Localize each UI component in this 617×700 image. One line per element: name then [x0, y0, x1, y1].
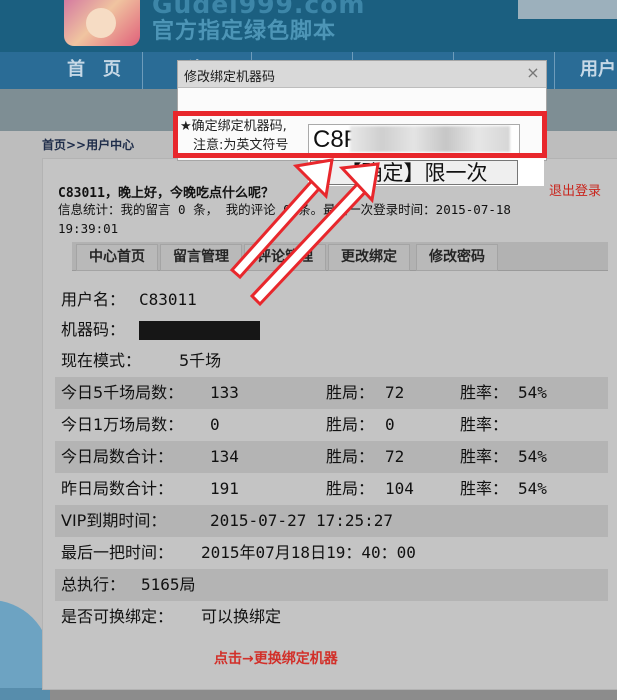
- total-row: 总执行： 5165局: [55, 569, 608, 601]
- dialog-title: 修改绑定机器码: [184, 70, 276, 85]
- rate-value: 54%: [518, 447, 547, 466]
- last-game-row: 最后一把时间： 2015年07月18日19：40：00: [55, 537, 608, 569]
- rebind-label: 是否可换绑定：: [61, 607, 174, 626]
- page: Gudel999.com 官方指定绿色脚本 首 页 资 用户 首页>>用户中心 …: [0, 0, 617, 700]
- search-input[interactable]: [518, 0, 617, 19]
- mode-row: 现在模式： 5千场: [55, 345, 608, 377]
- dialog-titlebar: 修改绑定机器码 ×: [178, 61, 546, 88]
- machine-code-redacted: [139, 321, 260, 340]
- wins-label: 胜局：: [326, 447, 375, 466]
- stats-row: 昨日局数合计： 191 胜局： 104 胜率： 54%: [55, 473, 608, 505]
- breadcrumb: 首页>>用户中心: [42, 138, 135, 152]
- wins-label: 胜局：: [326, 383, 375, 402]
- wins-value: 72: [385, 383, 405, 402]
- nav-home[interactable]: 首 页: [46, 52, 143, 89]
- rate-label: 胜率：: [460, 415, 509, 434]
- wins-label: 胜局：: [326, 415, 375, 434]
- machine-code-label: 机器码：: [61, 320, 126, 339]
- confirm-button[interactable]: 【确定】限一次: [310, 160, 518, 185]
- tab-change-password[interactable]: 修改密码: [416, 244, 498, 271]
- logo-image[interactable]: [64, 0, 140, 46]
- stats-row: 今日5千场局数： 133 胜局： 72 胜率： 54%: [55, 377, 608, 409]
- stats-count: 0: [210, 415, 220, 434]
- logout-link[interactable]: 退出登录: [549, 180, 601, 199]
- rebind-value: 可以换绑定: [201, 607, 282, 626]
- rate-label: 胜率：: [460, 447, 509, 466]
- stats-summary: 信息统计：我的留言 0 条， 我的评论 0 条。最后一次登录时间：2015-07…: [58, 202, 511, 236]
- username-row: 用户名： C83011: [55, 284, 608, 316]
- stats-row: 今日局数合计： 134 胜局： 72 胜率： 54%: [55, 441, 608, 473]
- change-binding-link[interactable]: 点击→更换绑定机器: [214, 648, 338, 668]
- tab-change-binding[interactable]: 更改绑定: [328, 244, 410, 271]
- stats-row: 今日1万场局数： 0 胜局： 0 胜率：: [55, 409, 608, 441]
- wins-value: 0: [385, 415, 395, 434]
- site-banner: Gudel999.com 官方指定绿色脚本: [0, 0, 617, 52]
- highlight-frame: [173, 111, 547, 158]
- vip-label: VIP到期时间：: [61, 511, 167, 530]
- stats-label: 今日5千场局数：: [61, 383, 184, 402]
- rate-label: 胜率：: [460, 479, 509, 498]
- stats-label: 今日局数合计：: [61, 447, 174, 466]
- stats-count: 133: [210, 383, 239, 402]
- rate-value: 54%: [518, 383, 547, 402]
- username-value: C83011: [139, 290, 197, 309]
- site-slogan: 官方指定绿色脚本: [152, 19, 337, 44]
- rebind-row: 是否可换绑定： 可以换绑定: [55, 601, 608, 633]
- wins-value: 72: [385, 447, 405, 466]
- close-icon[interactable]: ×: [524, 63, 542, 83]
- wins-value: 104: [385, 479, 414, 498]
- tab-comments[interactable]: 评论管理: [244, 244, 326, 271]
- mode-label: 现在模式：: [61, 351, 142, 370]
- stats-count: 134: [210, 447, 239, 466]
- username-label: 用户名：: [61, 290, 126, 309]
- rate-value: 54%: [518, 479, 547, 498]
- total-label: 总执行：: [61, 575, 126, 594]
- stats-label: 今日1万场局数：: [61, 415, 184, 434]
- tab-messages[interactable]: 留言管理: [160, 244, 242, 271]
- tab-center-home[interactable]: 中心首页: [76, 244, 158, 271]
- mode-value: 5千场: [179, 351, 222, 370]
- nav-user[interactable]: 用户: [568, 52, 617, 89]
- last-game-label: 最后一把时间：: [61, 543, 174, 562]
- welcome-text: C83011，晚上好，今晚吃点什么呢？: [58, 186, 274, 201]
- vip-value: 2015-07-27 17:25:27: [210, 511, 394, 530]
- total-value: 5165局: [141, 575, 196, 594]
- rate-label: 胜率：: [460, 383, 509, 402]
- last-game-value: 2015年07月18日19：40：00: [201, 543, 416, 562]
- vip-row: VIP到期时间： 2015-07-27 17:25:27: [55, 505, 608, 537]
- stats-count: 191: [210, 479, 239, 498]
- stats-label: 昨日局数合计：: [61, 479, 174, 498]
- tab-bar: 中心首页 留言管理 评论管理 更改绑定 修改密码: [72, 242, 608, 271]
- machine-code-row: 机器码：: [55, 314, 608, 346]
- wins-label: 胜局：: [326, 479, 375, 498]
